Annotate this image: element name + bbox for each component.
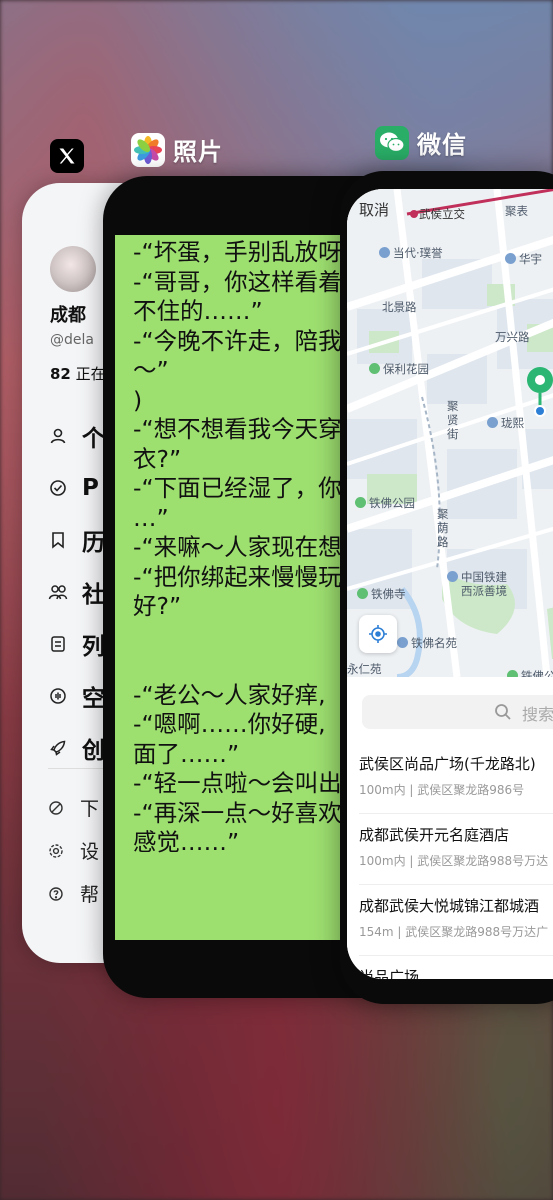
- menu-item-bookmarks[interactable]: 历: [48, 514, 105, 566]
- menu-item-communities[interactable]: 社: [48, 566, 105, 618]
- follow-count[interactable]: 82 正在: [50, 363, 106, 384]
- profile-handle: @dela: [50, 332, 94, 348]
- x-side-menu-secondary: 下 设 帮: [48, 786, 99, 915]
- location-list: 武侯区尚品广场(千龙路北) 100m内 | 武侯区聚龙路986号 成都武侯开元名…: [359, 743, 553, 979]
- rocket-icon: [48, 738, 68, 758]
- list-item[interactable]: 武侯区尚品广场(千龙路北) 100m内 | 武侯区聚龙路986号: [359, 743, 553, 814]
- premium-badge-icon: [48, 478, 68, 498]
- spaces-icon: [48, 686, 68, 706]
- list-item[interactable]: 尚品广场: [359, 956, 553, 979]
- menu-item-settings[interactable]: 设: [48, 829, 99, 872]
- menu-item-premium[interactable]: P: [48, 462, 105, 514]
- wechat-app-header[interactable]: 微信: [375, 125, 467, 160]
- profile-name: 成都: [50, 305, 86, 326]
- menu-item-profile[interactable]: 个: [48, 410, 105, 462]
- cancel-button[interactable]: 取消: [359, 199, 389, 220]
- person-icon: [48, 426, 68, 446]
- map-view[interactable]: 取消 武侯立交 聚表 当代·璞誉 华宇 北景路 阳 万兴路 保利花园 聚贤街 珑…: [347, 189, 553, 677]
- search-icon: [494, 703, 512, 725]
- menu-item-help[interactable]: 帮: [48, 872, 99, 915]
- x-app-header[interactable]: [50, 139, 84, 173]
- list-icon: [48, 634, 68, 654]
- bookmark-icon: [48, 530, 68, 550]
- list-item[interactable]: 成都武侯开元名庭酒店 100m内 | 武侯区聚龙路988号万达: [359, 814, 553, 885]
- crosshair-icon: [369, 625, 387, 643]
- search-input[interactable]: 搜索: [362, 695, 553, 729]
- wechat-app-card[interactable]: 取消 武侯立交 聚表 当代·璞誉 华宇 北景路 阳 万兴路 保利花园 聚贤街 珑…: [340, 171, 553, 1004]
- download-icon: [48, 800, 64, 816]
- photos-app-name: 照片: [173, 138, 223, 166]
- wechat-bubbles-icon: [375, 125, 409, 160]
- photos-flower-icon: [131, 132, 165, 167]
- menu-item-create[interactable]: 创: [48, 722, 105, 774]
- photos-app-header[interactable]: 照片: [131, 132, 223, 167]
- list-item[interactable]: 成都武侯大悦城锦江都城酒 154m | 武侯区聚龙路988号万达广: [359, 885, 553, 956]
- locate-me-button[interactable]: [359, 615, 397, 653]
- location-results-sheet: 搜索 武侯区尚品广场(千龙路北) 100m内 | 武侯区聚龙路986号 成都武侯…: [347, 677, 553, 979]
- menu-item-spaces[interactable]: 空: [48, 670, 105, 722]
- wechat-app-name: 微信: [417, 131, 467, 159]
- menu-item-lists[interactable]: 列: [48, 618, 105, 670]
- help-icon: [48, 886, 64, 902]
- avatar[interactable]: [50, 246, 96, 292]
- x-logo-icon: [50, 139, 84, 173]
- menu-item-download[interactable]: 下: [48, 786, 99, 829]
- x-side-menu: 个 P 历 社 列 空 创: [48, 410, 105, 774]
- settings-icon: [48, 843, 64, 859]
- wechat-location-picker: 取消 武侯立交 聚表 当代·璞誉 华宇 北景路 阳 万兴路 保利花园 聚贤街 珑…: [347, 189, 553, 979]
- communities-icon: [48, 582, 68, 602]
